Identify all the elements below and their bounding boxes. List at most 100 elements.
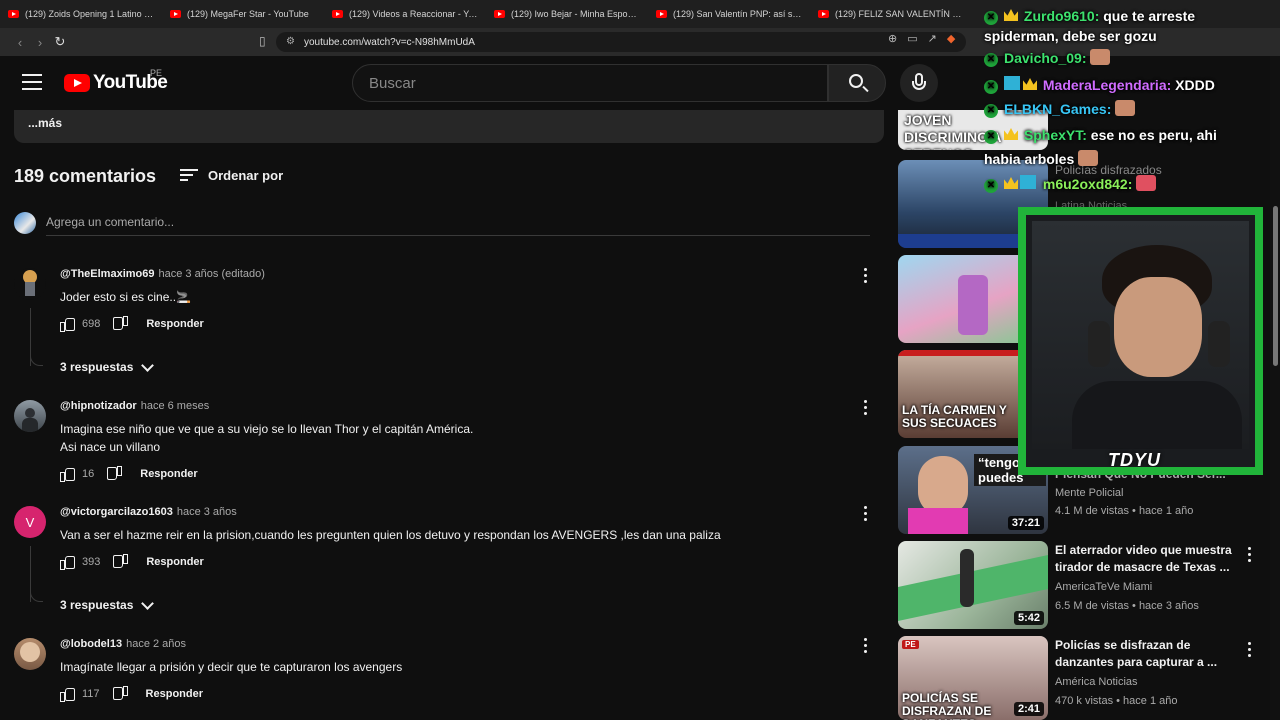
youtube-favicon-icon bbox=[818, 10, 829, 18]
like-icon[interactable] bbox=[60, 467, 75, 482]
reload-icon[interactable]: ↻ bbox=[50, 34, 70, 50]
comment-author[interactable]: @TheElmaximo69 bbox=[60, 268, 154, 280]
avatar[interactable] bbox=[14, 268, 46, 300]
dislike-icon[interactable] bbox=[114, 687, 128, 701]
channel-name[interactable]: América Noticias bbox=[1055, 676, 1138, 688]
dislike-icon[interactable] bbox=[108, 467, 122, 481]
comment-time[interactable]: hace 3 años bbox=[177, 506, 237, 518]
video-description[interactable]: ...más bbox=[14, 110, 884, 143]
browser-tab[interactable]: (129) Zoids Opening 1 Latino - YouTu bbox=[0, 0, 162, 28]
add-comment-placeholder[interactable]: Agrega un comentario... bbox=[46, 215, 174, 229]
comment-time[interactable]: hace 2 años bbox=[126, 638, 186, 650]
browser-tab[interactable]: (129) Videos a Reaccionar - YouTube bbox=[324, 0, 486, 28]
youtube-favicon-icon bbox=[494, 10, 505, 18]
view-replies-button[interactable]: 3 respuestas bbox=[60, 358, 155, 374]
brave-shield-icon[interactable]: ◆ bbox=[947, 32, 955, 45]
browser-tab[interactable]: (129) Iwo Bejar - Minha Esposa me T bbox=[486, 0, 648, 28]
voice-search-button[interactable] bbox=[900, 64, 938, 102]
moderator-icon: ✕ bbox=[984, 179, 998, 193]
zoom-icon[interactable]: ⊕ bbox=[888, 32, 897, 45]
video-thumbnail[interactable]: 5:42 bbox=[898, 541, 1048, 629]
reply-button[interactable]: Responder bbox=[146, 688, 203, 700]
more-actions-icon[interactable] bbox=[1248, 642, 1252, 660]
chat-message: ✕ Zurdo9610: que te arreste bbox=[984, 8, 1195, 25]
like-count: 393 bbox=[82, 556, 101, 568]
more-actions-icon[interactable] bbox=[864, 506, 868, 524]
comment: V @victorgarcilazo1603 hace 3 años Van a … bbox=[14, 506, 880, 616]
moderator-icon: ✕ bbox=[984, 53, 998, 67]
comment-count: 189 comentarios bbox=[14, 166, 157, 186]
emote-icon bbox=[1136, 175, 1157, 191]
related-video[interactable]: 5:42 El aterrador video que muestra tira… bbox=[898, 541, 1268, 631]
channel-name[interactable]: AmericaTeVe Miami bbox=[1055, 581, 1152, 593]
guide-menu-icon[interactable] bbox=[22, 74, 42, 90]
video-duration: 5:42 bbox=[1013, 611, 1044, 625]
reply-button[interactable]: Responder bbox=[140, 468, 197, 480]
comment-actions: 117 Responder bbox=[60, 687, 203, 702]
youtube-favicon-icon bbox=[656, 10, 667, 18]
crown-badge-icon bbox=[1023, 78, 1037, 90]
forward-icon[interactable]: › bbox=[30, 35, 50, 50]
reply-button[interactable]: Responder bbox=[146, 556, 203, 568]
youtube-logo[interactable]: YouTube PE bbox=[64, 68, 168, 94]
stream-chat-overlay: ✕ Zurdo9610: que te arreste spiderman, d… bbox=[980, 0, 1270, 200]
more-actions-icon[interactable] bbox=[864, 400, 868, 418]
dislike-icon[interactable] bbox=[114, 555, 128, 569]
video-thumbnail[interactable]: PE POLICÍAS SE DISFRAZAN DE DANZANTES 2:… bbox=[898, 636, 1048, 720]
browser-tab[interactable]: (129) FELIZ SAN VALENTÍN Perú os bbox=[810, 0, 972, 28]
search-button[interactable] bbox=[828, 64, 886, 102]
scrollbar-thumb[interactable] bbox=[1273, 206, 1278, 366]
chat-message: habia arboles bbox=[984, 150, 1099, 167]
thumbnail-caption: LA TÍA CARMEN Y SUS SECUACES bbox=[902, 403, 1007, 430]
more-actions-icon[interactable] bbox=[864, 638, 868, 656]
install-icon[interactable]: ▭ bbox=[907, 32, 917, 45]
comment-time[interactable]: hace 3 años (editado) bbox=[158, 268, 264, 280]
chat-message: ✕ m6u2oxd842: bbox=[984, 175, 1157, 193]
avatar[interactable]: V bbox=[14, 506, 46, 538]
show-more-link[interactable]: ...más bbox=[28, 116, 62, 130]
chevron-down-icon bbox=[141, 358, 155, 372]
chat-message: ✕ MaderaLegendaria: XDDD bbox=[984, 76, 1215, 94]
divider bbox=[46, 235, 870, 236]
comment-author[interactable]: @lobodel13 bbox=[60, 638, 122, 650]
reply-button[interactable]: Responder bbox=[146, 318, 203, 330]
comment-author[interactable]: @hipnotizador bbox=[60, 400, 137, 412]
comment-actions: 16 Responder bbox=[60, 467, 198, 482]
emote-icon bbox=[1090, 49, 1111, 65]
vip-badge-icon bbox=[1020, 175, 1036, 189]
related-video[interactable]: PE POLICÍAS SE DISFRAZAN DE DANZANTES 2:… bbox=[898, 636, 1268, 720]
address-bar[interactable]: ⚙ youtube.com/watch?v=c-N98hMmUdA bbox=[276, 32, 966, 52]
comment-author[interactable]: @victorgarcilazo1603 bbox=[60, 506, 173, 518]
more-actions-icon[interactable] bbox=[1248, 547, 1252, 565]
add-comment[interactable]: Agrega un comentario... bbox=[14, 212, 870, 236]
country-code: PE bbox=[150, 68, 163, 78]
video-duration: 37:21 bbox=[1007, 516, 1044, 530]
channel-name[interactable]: Mente Policial bbox=[1055, 487, 1123, 499]
search-input[interactable]: Buscar bbox=[352, 64, 828, 102]
comment-time[interactable]: hace 6 meses bbox=[141, 400, 209, 412]
like-icon[interactable] bbox=[60, 555, 75, 570]
chat-message: spiderman, debe ser gozu bbox=[984, 28, 1157, 44]
browser-tab[interactable]: (129) San Valentín PNP: así se planifi bbox=[648, 0, 810, 28]
like-icon[interactable] bbox=[60, 317, 75, 332]
video-title[interactable]: El aterrador video que muestra tirador d… bbox=[1055, 542, 1235, 576]
avatar[interactable] bbox=[14, 638, 46, 670]
emote-icon bbox=[1115, 100, 1136, 116]
browser-tab[interactable]: (129) MegaFer Star - YouTube bbox=[162, 0, 324, 28]
like-count: 698 bbox=[82, 318, 101, 330]
video-meta: 6.5 M de vistas • hace 3 años bbox=[1055, 600, 1199, 612]
page-scrollbar[interactable] bbox=[1270, 56, 1280, 720]
share-icon[interactable]: ↗ bbox=[928, 32, 937, 45]
like-icon[interactable] bbox=[60, 687, 75, 702]
avatar[interactable] bbox=[14, 400, 46, 432]
video-title[interactable]: Policías se disfrazan de danzantes para … bbox=[1055, 637, 1235, 671]
crown-badge-icon bbox=[1004, 128, 1018, 140]
like-count: 16 bbox=[82, 468, 95, 480]
bookmark-icon[interactable]: ▯ bbox=[259, 34, 266, 48]
back-icon[interactable]: ‹ bbox=[10, 35, 30, 50]
view-replies-button[interactable]: 3 respuestas bbox=[60, 596, 155, 612]
site-info-icon[interactable]: ⚙ bbox=[286, 36, 295, 47]
more-actions-icon[interactable] bbox=[864, 268, 868, 286]
dislike-icon[interactable] bbox=[114, 317, 128, 331]
sort-button[interactable]: Ordenar por bbox=[180, 168, 283, 183]
